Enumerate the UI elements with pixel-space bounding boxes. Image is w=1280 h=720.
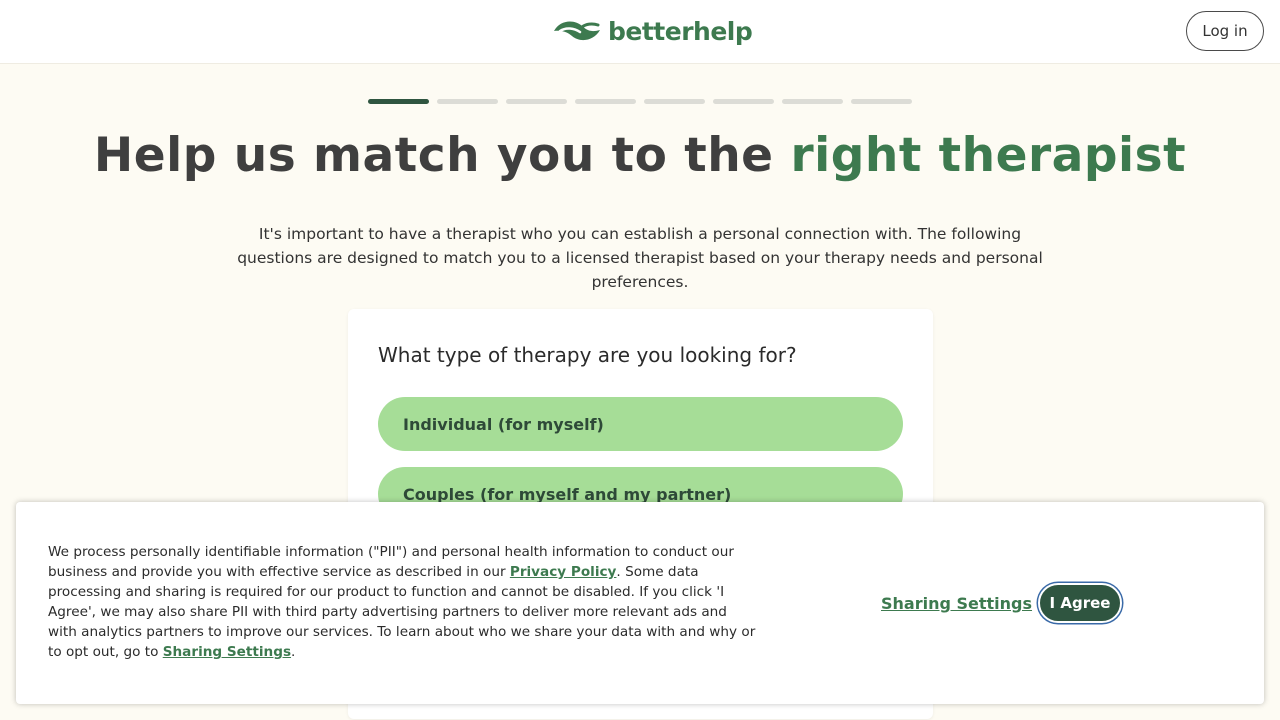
- page-title-main: Help us match you to the: [93, 128, 791, 183]
- brand-logo[interactable]: betterhelp: [552, 14, 753, 48]
- option-label: Couples (for myself and my partner): [403, 484, 732, 504]
- progress-segment-active: [368, 99, 429, 104]
- agree-button[interactable]: I Agree: [1038, 583, 1122, 623]
- progress-segment: [851, 99, 912, 104]
- top-bar: betterhelp Log in: [0, 0, 1280, 64]
- leaf-icon: [552, 17, 602, 45]
- sharing-settings-inline-link[interactable]: Sharing Settings: [163, 644, 291, 660]
- progress-segment: [506, 99, 567, 104]
- login-button[interactable]: Log in: [1186, 11, 1264, 51]
- progress-segment: [575, 99, 636, 104]
- privacy-policy-link[interactable]: Privacy Policy: [510, 564, 617, 580]
- page-title-accent: right therapist: [790, 128, 1187, 183]
- progress-segment: [644, 99, 705, 104]
- option-individual[interactable]: Individual (for myself): [378, 397, 903, 451]
- sharing-settings-button[interactable]: Sharing Settings: [881, 594, 1032, 613]
- page-title: Help us match you to the right therapist: [0, 128, 1280, 183]
- question-text: What type of therapy are you looking for…: [378, 343, 797, 367]
- cookie-text: We process personally identifiable infor…: [48, 542, 760, 662]
- option-label: Individual (for myself): [403, 414, 604, 434]
- cookie-text-part3: .: [291, 644, 296, 660]
- intro-text: It's important to have a therapist who y…: [237, 225, 1043, 291]
- progress-segment: [437, 99, 498, 104]
- progress-segment: [782, 99, 843, 104]
- logo-wordmark: betterhelp: [608, 16, 753, 46]
- progress-bar: [368, 99, 912, 104]
- progress-segment: [713, 99, 774, 104]
- cookie-banner: We process personally identifiable infor…: [16, 502, 1264, 704]
